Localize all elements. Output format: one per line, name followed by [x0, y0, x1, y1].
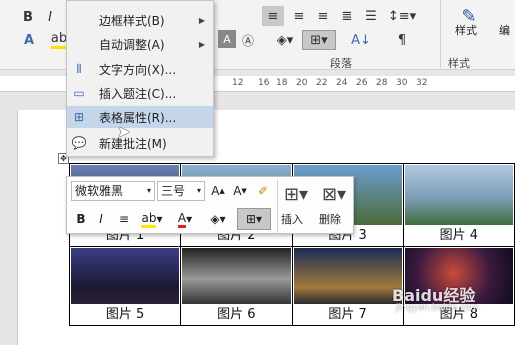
- autofit-icon: [67, 34, 91, 54]
- delete-button-label[interactable]: 删除: [319, 211, 341, 227]
- delete-table-icon[interactable]: ⊠▾: [317, 181, 351, 207]
- insert-button-label[interactable]: 插入: [281, 211, 303, 227]
- paragraph-group-label: 段落: [330, 57, 352, 70]
- text-direction-icon: ⫴: [76, 61, 82, 76]
- mini-toolbar: 微软雅黑 ▾ 三号 ▾ A ▲ A ▼ ✐ B I ≡ ab ▾ A ▾ ◈▾ ⊞▾ ⊞▾ …: [66, 176, 354, 234]
- shading-icon[interactable]: ◈▾: [203, 209, 233, 229]
- line-spacing-icon[interactable]: ↕≡▾: [388, 6, 416, 26]
- bold-button[interactable]: B: [73, 209, 89, 229]
- table-cell[interactable]: 图片 7: [291, 246, 404, 326]
- photo-image: [71, 248, 180, 304]
- italic-button[interactable]: I: [40, 8, 60, 26]
- menu-item-label: 自动调整(A): [99, 37, 165, 52]
- font-color-icon[interactable]: A ▾: [171, 209, 199, 229]
- border-style-icon: [67, 10, 91, 30]
- shrink-font-icon[interactable]: A ▼: [231, 181, 249, 201]
- menu-item-label: 文字方向(X)...: [99, 62, 177, 77]
- sort-icon[interactable]: A↓: [346, 30, 376, 50]
- styles-button-label[interactable]: 样式: [455, 22, 477, 38]
- char-shading-icon[interactable]: A: [218, 30, 236, 48]
- distributed-icon[interactable]: ☰: [360, 6, 382, 26]
- ruler-tick: 18: [276, 78, 288, 88]
- comment-icon: 💬: [71, 136, 87, 150]
- caption-text: 图片 4: [439, 228, 479, 243]
- menu-item-insert-caption[interactable]: ▭ 插入题注(C)...: [67, 82, 213, 104]
- table-cell[interactable]: 图片 4: [402, 163, 515, 247]
- align-left-icon[interactable]: ≡: [262, 6, 284, 26]
- ruler-tick: 30: [396, 78, 408, 88]
- toolbar-divider: [277, 179, 278, 233]
- mouse-cursor-icon: ➤: [117, 122, 131, 141]
- photo-image: [182, 248, 291, 304]
- context-menu: 边框样式(B) ▶ 自动调整(A) ▶ ⫴ 文字方向(X)... ▭ 插入题注(C)..…: [66, 0, 214, 157]
- text-effects-icon[interactable]: A: [18, 30, 40, 50]
- justify-icon[interactable]: ≣: [336, 6, 358, 26]
- font-name-value: 微软雅黑: [75, 184, 124, 198]
- font-name-select[interactable]: 微软雅黑 ▾: [71, 181, 155, 201]
- ruler-tick: 32: [416, 78, 428, 88]
- menu-item-label: 边框样式(B): [99, 13, 165, 28]
- phonetic-icon[interactable]: Ⓐ: [238, 30, 258, 50]
- menu-item-label: 插入题注(C)...: [99, 86, 177, 101]
- align-right-icon[interactable]: ≡: [312, 6, 334, 26]
- center-align-icon[interactable]: ≡: [115, 209, 133, 229]
- borders-icon[interactable]: ⊞▾: [302, 30, 336, 50]
- caption-text: 图片 5: [105, 307, 145, 322]
- highlight-icon[interactable]: ab ▾: [137, 209, 167, 229]
- ruler-tick: 26: [356, 78, 368, 88]
- menu-item-table-properties[interactable]: ⊞ 表格属性(R)...: [67, 106, 213, 128]
- menu-item-autofit[interactable]: 自动调整(A) ▶: [67, 33, 213, 55]
- table-cell[interactable]: 图片 5: [68, 246, 182, 326]
- table-properties-icon: ⊞: [73, 110, 85, 124]
- format-painter-icon[interactable]: ✐: [253, 181, 273, 201]
- submenu-arrow-icon: ▶: [198, 15, 205, 25]
- menu-item-label: 表格属性(R)...: [99, 110, 177, 125]
- group-divider: [440, 0, 441, 68]
- bold-button[interactable]: B: [18, 8, 38, 26]
- menu-item-new-comment[interactable]: 💬 新建批注(M): [67, 132, 213, 154]
- styles-group-label: 样式: [448, 57, 470, 70]
- shading-icon[interactable]: ◈▾: [268, 30, 302, 50]
- borders-button[interactable]: ⊞▾: [237, 208, 271, 230]
- paragraph-mark-icon[interactable]: ¶: [388, 30, 416, 50]
- caption-icon: ▭: [73, 86, 85, 100]
- ruler-tick: 16: [258, 78, 270, 88]
- submenu-arrow-icon: ▶: [198, 39, 205, 49]
- ruler-tick: 20: [296, 78, 308, 88]
- grow-font-icon[interactable]: A ▲: [209, 181, 227, 201]
- ruler-tick: 22: [316, 78, 328, 88]
- editing-label[interactable]: 编: [499, 22, 510, 38]
- ruler-tick: 24: [336, 78, 348, 88]
- photo-image: [293, 248, 402, 304]
- align-center-icon[interactable]: ≡: [288, 6, 310, 26]
- font-size-value: 三号: [161, 184, 186, 198]
- ruler-tick: 12: [232, 78, 244, 88]
- ruler-tick: 28: [376, 78, 388, 88]
- watermark-url: jingyan.baidu.com: [396, 303, 480, 313]
- insert-table-icon[interactable]: ⊞▾: [281, 181, 311, 207]
- font-size-select[interactable]: 三号 ▾: [157, 181, 205, 201]
- italic-button[interactable]: I: [93, 209, 109, 229]
- menu-item-border-styles[interactable]: 边框样式(B) ▶: [67, 9, 213, 31]
- menu-item-text-direction[interactable]: ⫴ 文字方向(X)...: [67, 58, 213, 80]
- photo-image: [404, 165, 513, 225]
- caption-text: 图片 6: [217, 307, 256, 322]
- table-cell[interactable]: 图片 6: [180, 246, 293, 326]
- caption-text: 图片 7: [328, 307, 367, 322]
